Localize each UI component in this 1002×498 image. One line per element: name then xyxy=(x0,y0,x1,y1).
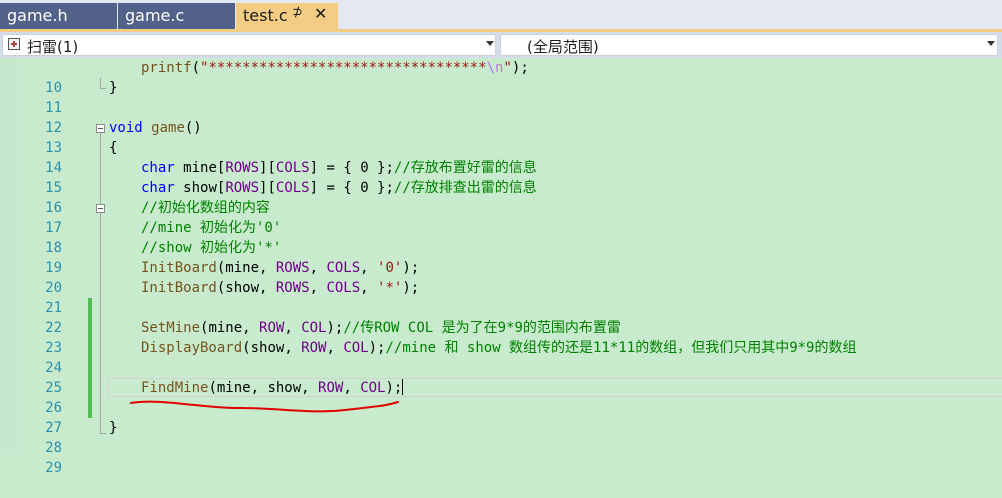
navigation-bar: 扫雷(1) (全局范围) xyxy=(0,32,1002,58)
tab-test-c[interactable]: test.c ⊅ ✕ xyxy=(236,3,338,29)
red-underline-annotation xyxy=(130,400,399,413)
tab-game-h[interactable]: game.h xyxy=(0,3,117,29)
project-name: 扫雷(1) xyxy=(27,38,79,56)
pin-icon[interactable]: ⊅ xyxy=(292,5,303,20)
document-tab-bar: game.h game.c test.c ⊅ ✕ xyxy=(0,0,1002,32)
project-dropdown[interactable]: 扫雷(1) xyxy=(2,34,496,56)
tab-label: test.c xyxy=(243,6,288,25)
tab-label: game.h xyxy=(7,6,68,25)
chevron-down-icon xyxy=(987,41,995,46)
project-icon xyxy=(8,38,20,50)
tab-label: game.c xyxy=(125,6,185,25)
scope-name: (全局范围) xyxy=(527,38,599,56)
chevron-down-icon xyxy=(486,41,494,46)
code-editor[interactable]: 10 printf("*****************************… xyxy=(0,58,1002,476)
line-number: 29 xyxy=(45,460,62,476)
tab-game-c[interactable]: game.c xyxy=(118,3,235,29)
close-icon[interactable]: ✕ xyxy=(314,4,327,23)
scope-dropdown[interactable]: (全局范围) xyxy=(500,34,998,56)
